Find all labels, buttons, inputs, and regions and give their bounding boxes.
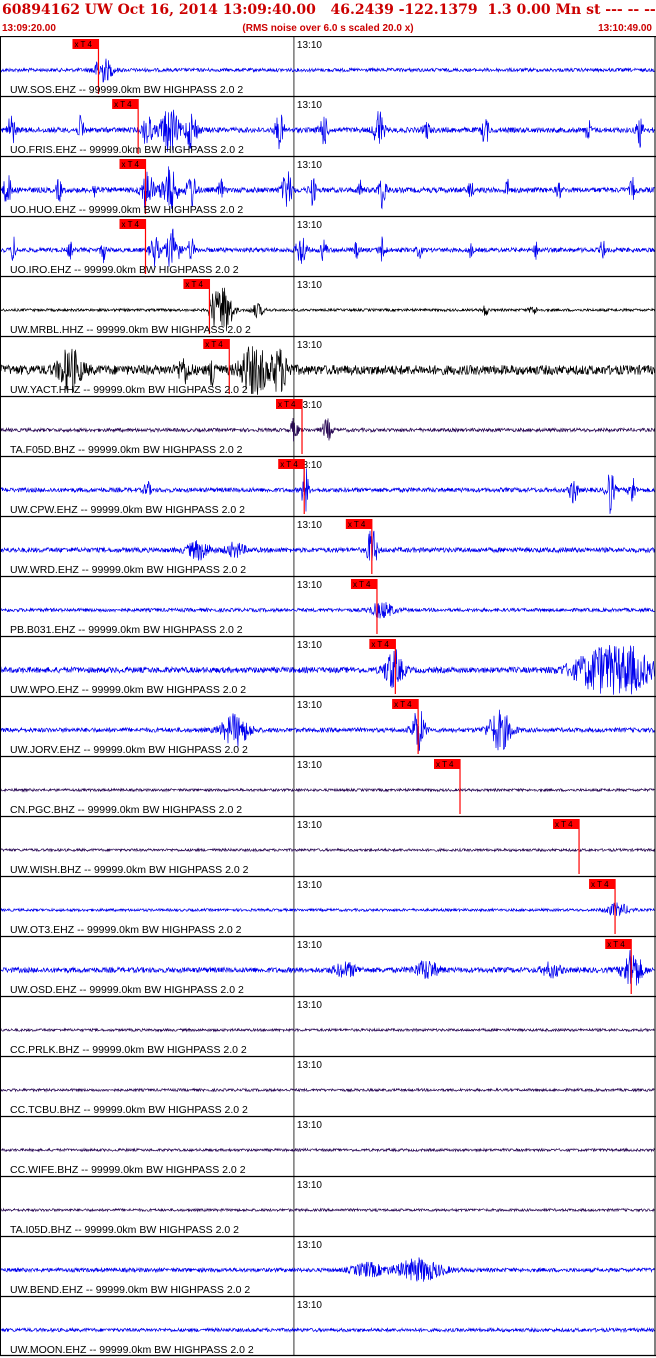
waveform-trace: [0, 1207, 655, 1213]
seismogram-panel: 13:10 x T 4 UW.SOS.EHZ -- 99999.0km BW HIG…: [0, 36, 656, 1357]
station-row: 13:10x T 4TA.F05D.BHZ -- 99999.0km BW HI…: [0, 395, 656, 456]
minute-label: 13:10: [297, 1240, 322, 1251]
event-title: 60894162 UW Oct 16, 2014 13:09:40.00 46.…: [2, 2, 656, 18]
pick-label: x T 4: [74, 40, 92, 49]
waveform-trace: [0, 847, 655, 853]
station-label: UO.HUO.EHZ -- 99999.0km BW HIGHPASS 2.0 …: [10, 204, 243, 216]
pick-label: x T 4: [121, 160, 139, 169]
pick-label: x T 4: [348, 520, 366, 529]
station-row: 13:10 x T 4 PB.B031.EHZ -- 99999.0km BW HI…: [0, 575, 656, 636]
station-label: UW.SOS.EHZ -- 99999.0km BW HIGHPASS 2.0 …: [10, 84, 243, 96]
station-row: 13:10 CC.WIFE.BHZ -- 99999.0km BW HIGHPAS…: [0, 1115, 656, 1176]
pick-label: x T 4: [114, 100, 132, 109]
station-row: 13:10 UW.MOON.EHZ -- 99999.0km BW HIGHPAS…: [0, 1295, 656, 1356]
station-row: 13:10 x T 4 UW.MRBL.HHZ -- 99999.0km BW HI…: [0, 275, 656, 336]
station-label: PB.B031.EHZ -- 99999.0km BW HIGHPASS 2.0…: [10, 624, 243, 636]
station-label: UW.JORV.EHZ -- 99999.0km BW HIGHPASS 2.0…: [10, 744, 248, 756]
station-label: UW.MRBL.HHZ -- 99999.0km BW HIGHPASS 2.0…: [10, 324, 251, 336]
station-row: 13:10 x T 4 CN.PGC.BHZ -- 99999.0km BW HIG…: [0, 755, 656, 816]
minute-label: 13:10: [297, 700, 322, 711]
station-row: 13:10 x T 4 UW.WISH.BHZ -- 99999.0km BW HI…: [0, 815, 656, 876]
waveform-trace: [0, 1027, 655, 1033]
minute-label: 13:10: [297, 760, 322, 771]
waveform-trace: [0, 166, 655, 210]
pick-label: x T 4: [371, 640, 389, 649]
station-row: 13:10 x T 4 UO.HUO.EHZ -- 99999.0km BW HIG…: [0, 155, 656, 216]
station-label: UW.WISH.BHZ -- 99999.0km BW HIGHPASS 2.0…: [10, 864, 249, 876]
station-label: CN.PGC.BHZ -- 99999.0km BW HIGHPASS 2.0 …: [10, 804, 242, 816]
minute-label: 13:10: [297, 220, 322, 231]
pick-label: x T 4: [121, 220, 139, 229]
pick-label: x T 4: [205, 340, 223, 349]
minute-label: 13:10: [297, 1060, 322, 1071]
minute-label: 13:10: [297, 1300, 322, 1311]
station-row: 13:10 x T 4 UO.FRIS.EHZ -- 99999.0km BW HI…: [0, 95, 656, 156]
station-row: 13:10x T 4UW.CPW.EHZ -- 99999.0km BW HIG…: [0, 455, 656, 516]
minute-label: 13:10: [297, 280, 322, 291]
station-row: 13:10 x T 4 UO.IRO.EHZ -- 99999.0km BW HIG…: [0, 215, 656, 276]
minute-label: 13:10: [297, 1000, 322, 1011]
minute-label: 13:10: [297, 820, 322, 831]
station-row: 13:10 TA.I05D.BHZ -- 99999.0km BW HIGHPAS…: [0, 1175, 656, 1236]
pick-label: x T 4: [607, 940, 625, 949]
minute-label: 13:10: [297, 940, 322, 951]
minute-label: 13:10: [297, 1180, 322, 1191]
pick-label: x T 4: [555, 820, 573, 829]
station-row: 13:10 x T 4 UW.OT3.EHZ -- 99999.0km BW HIG…: [0, 875, 656, 936]
station-row: 13:10 x T 4 UW.YACT.HHZ -- 99999.0km BW HI…: [0, 335, 656, 396]
station-label: CC.PRLK.BHZ -- 99999.0km BW HIGHPASS 2.0…: [10, 1044, 247, 1056]
station-row: 13:10 x T 4 UW.JORV.EHZ -- 99999.0km BW HI…: [0, 695, 656, 756]
station-label: UW.OT3.EHZ -- 99999.0km BW HIGHPASS 2.0 …: [10, 924, 242, 936]
waveform-trace: [0, 1257, 655, 1282]
station-label: UW.WPO.EHZ -- 99999.0km BW HIGHPASS 2.0 …: [10, 684, 246, 696]
station-label: UO.FRIS.EHZ -- 99999.0km BW HIGHPASS 2.0…: [10, 144, 244, 156]
minute-label: 13:10: [297, 640, 322, 651]
station-label: TA.F05D.BHZ -- 99999.0km BW HIGHPASS 2.0…: [10, 444, 243, 456]
station-label: UW.BEND.EHZ -- 99999.0km BW HIGHPASS 2.0…: [10, 1284, 250, 1296]
station-label: UO.IRO.EHZ -- 99999.0km BW HIGHPASS 2.0 …: [10, 264, 239, 276]
station-label: UW.MOON.EHZ -- 99999.0km BW HIGHPASS 2.0…: [10, 1344, 254, 1356]
waveform-trace: [0, 228, 655, 267]
minute-label: 13:10: [297, 160, 322, 171]
station-label: CC.WIFE.BHZ -- 99999.0km BW HIGHPASS 2.0…: [10, 1164, 246, 1176]
waveform-trace: [0, 417, 655, 442]
minute-label: 13:10: [297, 40, 322, 51]
waveform-trace: [0, 602, 655, 619]
waveform-trace: [0, 950, 655, 986]
station-label: UW.YACT.HHZ -- 99999.0km BW HIGHPASS 2.0…: [10, 384, 248, 396]
station-row: 13:10 CC.TCBU.BHZ -- 99999.0km BW HIGHPAS…: [0, 1055, 656, 1116]
pick-label: x T 4: [436, 760, 454, 769]
station-row: 13:10 x T 4 UW.SOS.EHZ -- 99999.0km BW HIG…: [0, 36, 656, 96]
waveform-trace: [0, 1147, 655, 1153]
pick-label: x T 4: [280, 460, 298, 469]
station-row: 13:10 x T 4 UW.OSD.EHZ -- 99999.0km BW HIG…: [0, 935, 656, 996]
minute-label: 13:10: [297, 580, 322, 591]
station-label: TA.I05D.BHZ -- 99999.0km BW HIGHPASS 2.0…: [10, 1224, 239, 1236]
station-row: 13:10 CC.PRLK.BHZ -- 99999.0km BW HIGHPAS…: [0, 995, 656, 1056]
minute-label: 13:10: [297, 520, 322, 531]
station-label: CC.TCBU.BHZ -- 99999.0km BW HIGHPASS 2.0…: [10, 1104, 248, 1116]
minute-label: 13:10: [297, 100, 322, 111]
pick-label: x T 4: [185, 280, 203, 289]
pick-label: x T 4: [591, 880, 609, 889]
station-row: 13:10 x T 4 UW.WRD.EHZ -- 99999.0km BW HIG…: [0, 515, 656, 576]
station-label: UW.WRD.EHZ -- 99999.0km BW HIGHPASS 2.0 …: [10, 564, 246, 576]
waveform-trace: [0, 787, 655, 793]
station-label: UW.CPW.EHZ -- 99999.0km BW HIGHPASS 2.0 …: [10, 504, 245, 516]
minute-label: 13:10: [297, 1120, 322, 1131]
waveform-trace: [0, 1087, 655, 1093]
waveform-trace: [0, 530, 655, 562]
minute-label: 13:10: [297, 340, 322, 351]
pick-label: x T 4: [353, 580, 371, 589]
station-row: 13:10 UW.BEND.EHZ -- 99999.0km BW HIGHPAS…: [0, 1235, 656, 1296]
station-row: 13:10 x T 4 UW.WPO.EHZ -- 99999.0km BW HIG…: [0, 635, 656, 696]
waveform-trace: [0, 1326, 655, 1333]
pick-label: x T 4: [394, 700, 412, 709]
noise-note: (RMS noise over 6.0 s scaled 20.0 x): [242, 23, 414, 34]
station-label: UW.OSD.EHZ -- 99999.0km BW HIGHPASS 2.0 …: [10, 984, 244, 996]
end-time: 13:10:49.00: [598, 23, 652, 34]
waveform-trace: [0, 902, 655, 917]
pick-label: x T 4: [278, 400, 296, 409]
minute-label: 13:10: [297, 880, 322, 891]
